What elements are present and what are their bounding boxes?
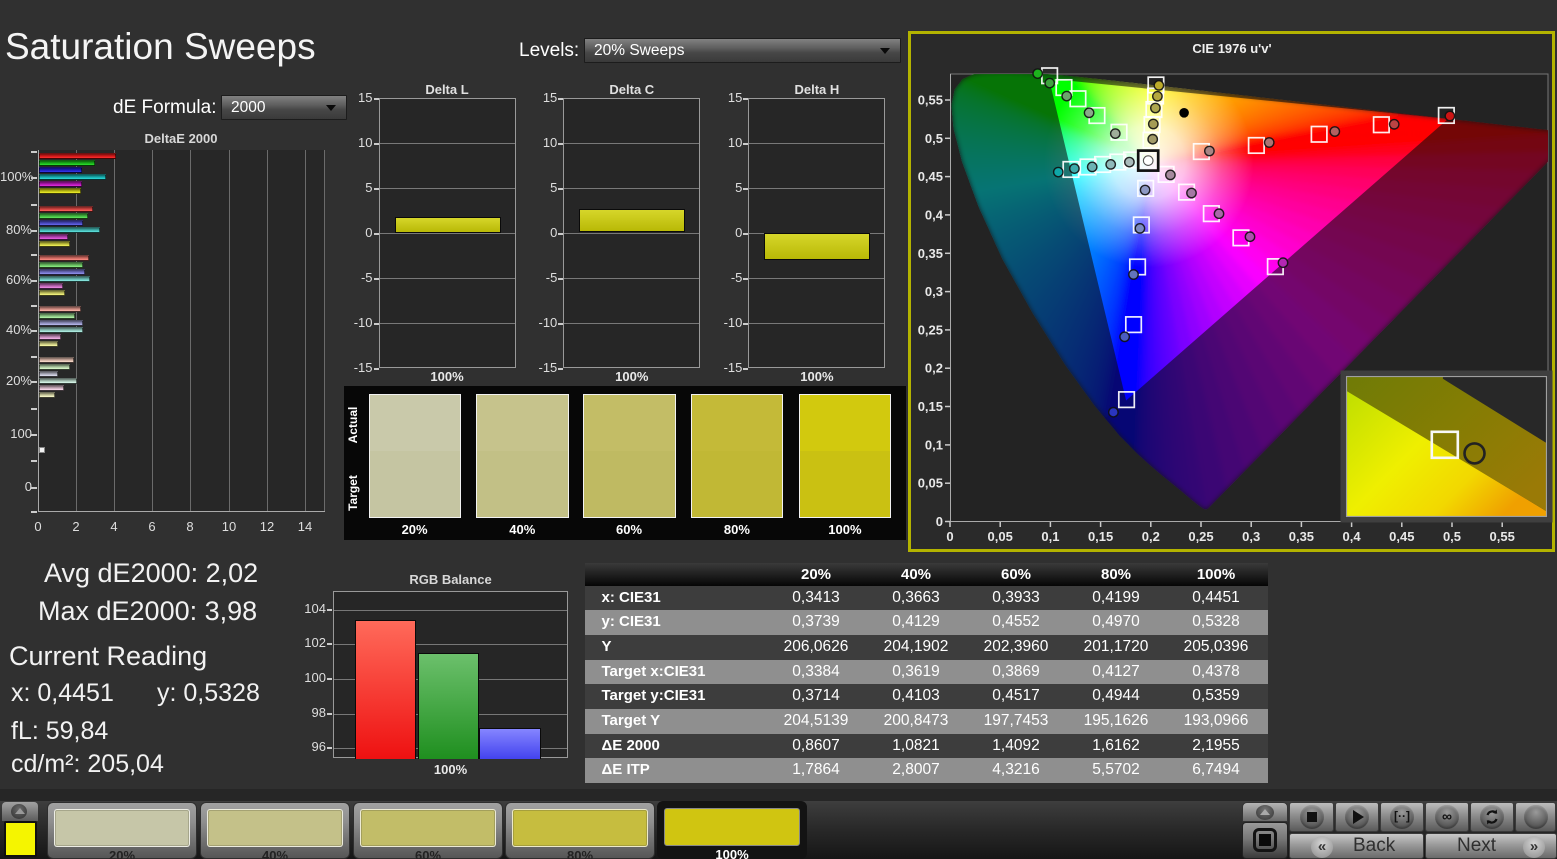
svg-text:0,3: 0,3 — [1242, 529, 1260, 544]
svg-text:0,5: 0,5 — [1443, 529, 1461, 544]
svg-text:0,25: 0,25 — [918, 322, 943, 337]
svg-text:0: 0 — [936, 514, 943, 529]
svg-text:0,45: 0,45 — [918, 169, 943, 184]
svg-text:0,1: 0,1 — [925, 437, 943, 452]
svg-text:0,3: 0,3 — [925, 284, 943, 299]
svg-text:0,35: 0,35 — [1289, 529, 1314, 544]
svg-text:0,4: 0,4 — [1343, 529, 1362, 544]
svg-text:0,15: 0,15 — [918, 399, 943, 414]
svg-text:0,05: 0,05 — [918, 476, 943, 491]
svg-text:0,1: 0,1 — [1041, 529, 1059, 544]
svg-text:0,45: 0,45 — [1389, 529, 1414, 544]
svg-text:0,2: 0,2 — [925, 361, 943, 376]
svg-text:0,15: 0,15 — [1088, 529, 1113, 544]
svg-text:0,4: 0,4 — [925, 207, 944, 222]
svg-text:0,35: 0,35 — [918, 246, 943, 261]
svg-text:0,55: 0,55 — [918, 93, 943, 108]
svg-text:0,55: 0,55 — [1490, 529, 1515, 544]
svg-text:CIE 1976 u'v': CIE 1976 u'v' — [1192, 41, 1271, 56]
svg-text:0,05: 0,05 — [988, 529, 1013, 544]
svg-text:0,2: 0,2 — [1142, 529, 1160, 544]
svg-text:0: 0 — [946, 529, 953, 544]
svg-text:0,5: 0,5 — [925, 131, 943, 146]
svg-text:0,25: 0,25 — [1188, 529, 1213, 544]
